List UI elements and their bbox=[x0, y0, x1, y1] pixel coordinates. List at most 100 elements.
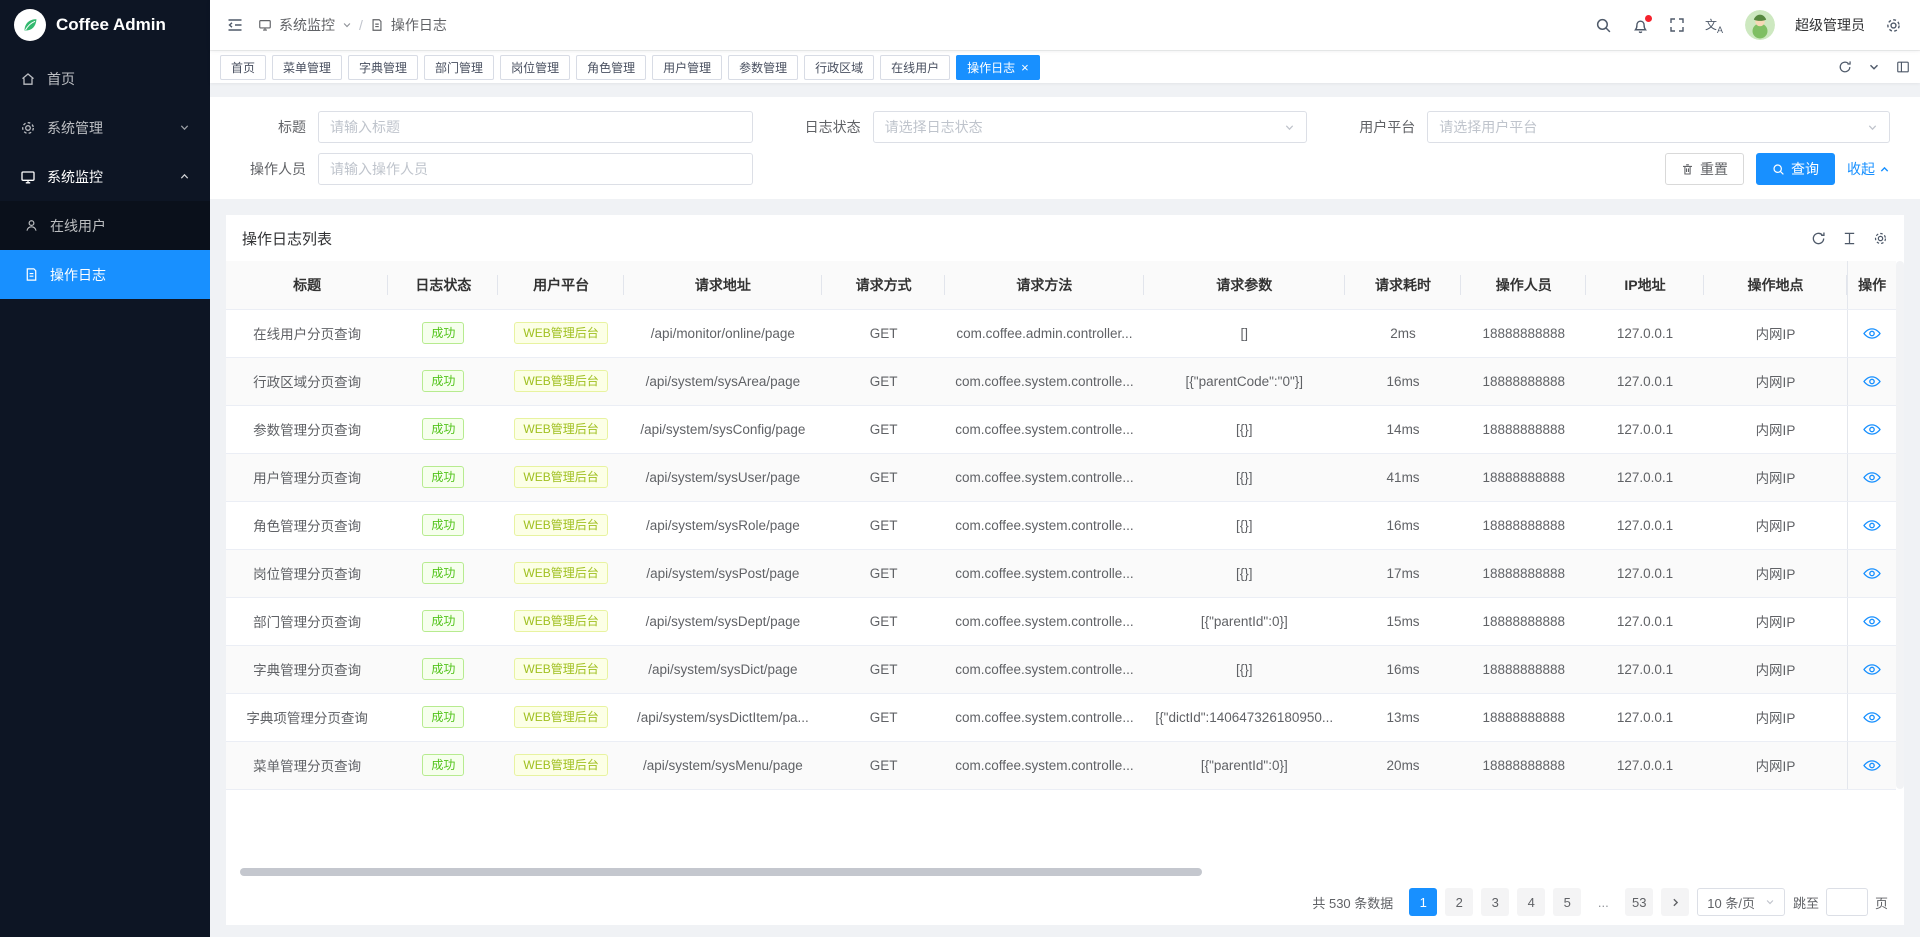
view-detail-eye-icon[interactable] bbox=[1848, 357, 1896, 405]
breadcrumb-current: 操作日志 bbox=[391, 15, 447, 35]
chevron-down-icon[interactable] bbox=[1868, 61, 1880, 73]
cell-method: GET bbox=[822, 597, 945, 645]
notification-bell-icon[interactable] bbox=[1632, 17, 1649, 34]
tab-用户管理[interactable]: 用户管理 bbox=[652, 55, 722, 80]
current-user-name[interactable]: 超级管理员 bbox=[1795, 15, 1865, 35]
title-input[interactable] bbox=[318, 111, 753, 143]
sidebar-collapse-icon[interactable] bbox=[226, 16, 244, 34]
top-bar: 系统监控 / 操作日志 文A 超级管理员 bbox=[210, 0, 1920, 50]
tab-在线用户[interactable]: 在线用户 bbox=[880, 55, 950, 80]
tab-岗位管理[interactable]: 岗位管理 bbox=[500, 55, 570, 80]
layout-icon[interactable] bbox=[1896, 60, 1910, 74]
cell-location: 内网IP bbox=[1704, 741, 1848, 789]
cell-operator: 18888888888 bbox=[1461, 741, 1586, 789]
collapse-filter-link[interactable]: 收起 bbox=[1847, 159, 1890, 179]
tab-行政区域[interactable]: 行政区域 bbox=[804, 55, 874, 80]
breadcrumb-parent[interactable]: 系统监控 bbox=[279, 15, 335, 35]
page-button-2[interactable]: 2 bbox=[1445, 888, 1473, 916]
view-detail-eye-icon[interactable] bbox=[1848, 309, 1896, 357]
refresh-icon[interactable] bbox=[1838, 60, 1852, 74]
jump-page-input[interactable] bbox=[1826, 888, 1868, 916]
app-logo[interactable]: Coffee Admin bbox=[0, 0, 210, 50]
user-platform-select[interactable]: 请选择用户平台 bbox=[1427, 111, 1890, 143]
tab-参数管理[interactable]: 参数管理 bbox=[728, 55, 798, 80]
translate-icon[interactable]: 文A bbox=[1705, 17, 1725, 34]
cell-method: GET bbox=[822, 357, 945, 405]
sidebar-item-operation-logs[interactable]: 操作日志 bbox=[0, 250, 210, 299]
view-detail-eye-icon[interactable] bbox=[1848, 645, 1896, 693]
horizontal-scrollbar-thumb[interactable] bbox=[240, 868, 1202, 876]
sidebar-item-system-management[interactable]: 系统管理 bbox=[0, 103, 210, 152]
search-icon[interactable] bbox=[1595, 17, 1612, 34]
chevron-up-icon bbox=[1879, 164, 1890, 175]
cell-method: GET bbox=[822, 693, 945, 741]
view-detail-eye-icon[interactable] bbox=[1848, 501, 1896, 549]
view-detail-eye-icon[interactable] bbox=[1848, 597, 1896, 645]
cell-location: 内网IP bbox=[1704, 309, 1848, 357]
fullscreen-icon[interactable] bbox=[1669, 17, 1685, 33]
page-button-53[interactable]: 53 bbox=[1625, 888, 1653, 916]
cell-platform: WEB管理后台 bbox=[498, 597, 623, 645]
refresh-icon[interactable] bbox=[1811, 231, 1826, 246]
log-status-select[interactable]: 请选择日志状态 bbox=[873, 111, 1308, 143]
page-button-3[interactable]: 3 bbox=[1481, 888, 1509, 916]
operator-input[interactable] bbox=[318, 153, 753, 185]
cell-func: com.coffee.system.controlle... bbox=[945, 693, 1143, 741]
tab-部门管理[interactable]: 部门管理 bbox=[424, 55, 494, 80]
view-detail-eye-icon[interactable] bbox=[1848, 741, 1896, 789]
page-button-5[interactable]: 5 bbox=[1553, 888, 1581, 916]
tab-操作日志[interactable]: 操作日志× bbox=[956, 55, 1040, 80]
reset-button[interactable]: 重置 bbox=[1665, 153, 1744, 185]
cell-title: 字典管理分页查询 bbox=[226, 645, 388, 693]
user-platform-tag: WEB管理后台 bbox=[514, 514, 607, 536]
user-platform-tag: WEB管理后台 bbox=[514, 610, 607, 632]
row-height-icon[interactable] bbox=[1842, 231, 1857, 246]
query-button[interactable]: 查询 bbox=[1756, 153, 1835, 185]
cell-params: [{"parentId":0}] bbox=[1144, 597, 1345, 645]
next-page-button[interactable] bbox=[1661, 888, 1689, 916]
tab-label: 首页 bbox=[231, 59, 255, 76]
chevron-down-icon[interactable] bbox=[342, 20, 352, 30]
tab-首页[interactable]: 首页 bbox=[220, 55, 266, 80]
table-row: 用户管理分页查询成功WEB管理后台/api/system/sysUser/pag… bbox=[226, 453, 1896, 501]
tab-字典管理[interactable]: 字典管理 bbox=[348, 55, 418, 80]
cell-status: 成功 bbox=[388, 357, 498, 405]
view-detail-eye-icon[interactable] bbox=[1848, 405, 1896, 453]
filter-row-1: 标题 日志状态 请选择日志状态 用户平台 请选择用户平台 bbox=[226, 111, 1890, 143]
page-button-4[interactable]: 4 bbox=[1517, 888, 1545, 916]
view-detail-eye-icon[interactable] bbox=[1848, 549, 1896, 597]
cell-params: [{"parentId":0}] bbox=[1144, 741, 1345, 789]
table-area: 标题日志状态用户平台请求地址请求方式请求方法请求参数请求耗时操作人员IP地址操作… bbox=[226, 261, 1904, 865]
log-status-tag: 成功 bbox=[422, 466, 464, 488]
settings-gear-icon[interactable] bbox=[1885, 17, 1902, 34]
page-button-1[interactable]: 1 bbox=[1409, 888, 1437, 916]
horizontal-scrollbar[interactable] bbox=[236, 867, 1894, 877]
cell-duration: 20ms bbox=[1345, 741, 1461, 789]
column-header-duration: 请求耗时 bbox=[1345, 261, 1461, 309]
sidebar-item-system-monitor[interactable]: 系统监控 bbox=[0, 152, 210, 201]
cell-ip: 127.0.0.1 bbox=[1586, 309, 1703, 357]
sidebar-item-label: 系统管理 bbox=[47, 118, 103, 138]
sidebar: Coffee Admin 首页 系统管理 系统监控 在线用户 操作日志 bbox=[0, 0, 210, 937]
vertical-scrollbar[interactable] bbox=[1896, 261, 1904, 789]
log-status-placeholder: 请选择日志状态 bbox=[885, 117, 983, 137]
cell-func: com.coffee.system.controlle... bbox=[945, 645, 1143, 693]
operator-label: 操作人员 bbox=[226, 159, 318, 179]
tab-close-icon[interactable]: × bbox=[1021, 61, 1029, 74]
sidebar-item-home[interactable]: 首页 bbox=[0, 54, 210, 103]
table-row: 字典项管理分页查询成功WEB管理后台/api/system/sysDictIte… bbox=[226, 693, 1896, 741]
table-row: 岗位管理分页查询成功WEB管理后台/api/system/sysPost/pag… bbox=[226, 549, 1896, 597]
view-detail-eye-icon[interactable] bbox=[1848, 693, 1896, 741]
page-size-select[interactable]: 10 条/页 bbox=[1697, 888, 1785, 916]
table-body: 在线用户分页查询成功WEB管理后台/api/monitor/online/pag… bbox=[226, 309, 1896, 789]
column-settings-gear-icon[interactable] bbox=[1873, 231, 1888, 246]
chevron-down-icon bbox=[179, 122, 190, 133]
cell-operator: 18888888888 bbox=[1461, 405, 1586, 453]
view-detail-eye-icon[interactable] bbox=[1848, 453, 1896, 501]
sidebar-item-online-users[interactable]: 在线用户 bbox=[0, 201, 210, 250]
user-avatar[interactable] bbox=[1745, 10, 1775, 40]
tab-菜单管理[interactable]: 菜单管理 bbox=[272, 55, 342, 80]
tab-bar: 首页菜单管理字典管理部门管理岗位管理角色管理用户管理参数管理行政区域在线用户操作… bbox=[210, 50, 1920, 83]
tab-角色管理[interactable]: 角色管理 bbox=[576, 55, 646, 80]
sidebar-item-label: 系统监控 bbox=[47, 167, 103, 187]
